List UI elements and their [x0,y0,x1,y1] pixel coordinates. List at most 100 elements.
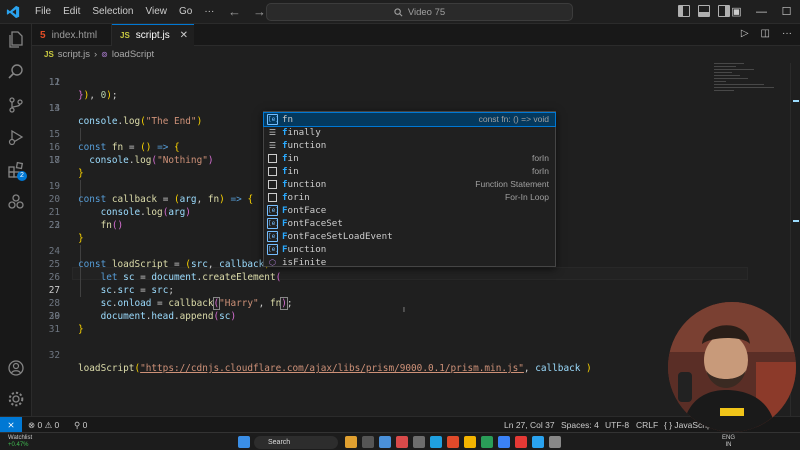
chrome-icon[interactable] [447,436,459,448]
file-explorer-icon[interactable] [345,436,357,448]
command-center-label: Video 75 [407,6,446,18]
code-line: 11 }), 0); [32,63,772,101]
language-indicator[interactable]: ENG IN [722,435,735,449]
suggestion-item[interactable]: forin For-In Loop [264,191,555,204]
snippet-icon [268,179,277,189]
tab-label: script.js [135,30,170,41]
variable-icon: [e] [267,243,279,255]
chevron-right-icon: › [94,49,98,60]
back-arrow-icon[interactable]: ← [228,4,241,19]
account-icon[interactable] [7,359,25,377]
vscode-logo-icon [6,5,20,18]
breadcrumb-symbol[interactable]: loadScript [112,49,154,60]
command-center-search[interactable]: Video 75 [266,3,573,21]
more-actions-icon[interactable]: ··· [782,28,792,39]
source-control-icon[interactable] [7,96,25,114]
app-icon[interactable] [396,436,408,448]
suggestion-item[interactable]: fin forIn [264,165,555,178]
end-of-line[interactable]: CRLF [636,417,658,433]
suggestion-item[interactable]: [e] Function [264,243,555,256]
suggestion-item[interactable]: [e] FontFaceSetLoadEvent [264,230,555,243]
suggestion-label: Function [282,243,327,255]
snippet-icon [268,166,277,176]
toggle-sidebar-icon[interactable] [678,5,690,17]
explorer-icon[interactable] [7,30,25,48]
code-line: 28 document.head.append(sc) [32,284,772,322]
suggestion-item[interactable]: [e] fn const fn: () => void [263,112,556,127]
presenter-video-image [668,302,796,432]
suggestion-item[interactable]: [e] FontFaceSet [264,217,555,230]
cursor-position[interactable]: Ln 27, Col 37 [504,417,555,433]
widget-title: Watchlist [8,435,33,441]
suggestion-item[interactable]: ☰ finally [264,126,555,139]
keyword-icon: ☰ [268,127,277,137]
edge-icon[interactable] [430,436,442,448]
activity-bar: 2 [0,24,32,416]
search-icon [394,7,403,16]
menu-edit[interactable]: Edit [57,0,86,24]
app-icon[interactable] [498,436,510,448]
vscode-taskbar-icon[interactable] [532,436,544,448]
suggestion-label: isFinite [282,256,327,268]
watchlist-widget[interactable]: Watchlist +0.47% [8,435,32,449]
suggestion-label: forin [282,191,310,203]
menu-go[interactable]: Go [173,0,198,24]
suggestion-label: fin [282,152,299,164]
taskbar-search[interactable]: Search [254,436,338,449]
windows-taskbar: Watchlist +0.47% Search ENG IN [0,432,800,450]
app-icon[interactable] [481,436,493,448]
code-line: 12 [32,76,772,89]
maximize-icon[interactable]: ☐ [774,2,799,22]
remote-explorer-icon[interactable] [7,193,25,211]
run-icon[interactable]: ▷ [741,28,749,39]
forward-arrow-icon[interactable]: → [253,4,266,19]
suggestion-item[interactable]: ⬡ isFinite [264,256,555,269]
ports-indicator[interactable]: ⚲ 0 [74,417,87,433]
webcam-overlay [668,302,796,432]
app-icon[interactable] [515,436,527,448]
suggestion-item[interactable]: [e] FontFace [264,204,555,217]
menu-more[interactable]: ··· [198,0,220,24]
suggestion-item[interactable]: function Function Statement [264,178,555,191]
close-icon[interactable]: ✕ [180,30,188,41]
indentation[interactable]: Spaces: 4 [561,417,599,433]
problems-indicator[interactable]: ⊗ 0 ⚠ 0 [28,417,59,433]
taskview-icon[interactable] [362,436,374,448]
remote-indicator-icon[interactable]: ⨯ [0,417,22,433]
run-debug-icon[interactable] [7,128,25,146]
menu-file[interactable]: File [29,0,57,24]
suggestion-item[interactable]: fin forIn [264,152,555,165]
minimize-icon[interactable]: — [749,2,774,22]
suggest-widget: [e] fn const fn: () => void ☰ finally ☰ … [263,111,556,269]
variable-icon: [e] [267,113,279,125]
suggestion-label: FontFace [282,204,327,216]
app-icon[interactable] [379,436,391,448]
app-icon[interactable] [413,436,425,448]
suggestion-label: function [282,139,327,151]
suggestion-item[interactable]: ☰ function [264,139,555,152]
app-icon[interactable] [549,436,561,448]
suggestion-detail: Function Statement [475,179,549,190]
variable-icon: [e] [267,204,279,216]
scroll-marker [793,220,799,222]
suggestion-detail: For-In Loop [505,192,549,203]
suggestion-label: FontFaceSet [282,217,343,229]
minimap[interactable] [714,63,784,113]
function-symbol-icon: ⊚ [101,50,108,59]
encoding[interactable]: UTF-8 [605,417,629,433]
menu-selection[interactable]: Selection [86,0,139,24]
menu-view[interactable]: View [140,0,174,24]
js-file-icon: JS [120,31,130,40]
code-line: 30 [32,310,772,323]
search-icon[interactable] [7,63,25,81]
breadcrumb-file[interactable]: script.js [58,49,90,60]
split-editor-icon[interactable]: ◫ [761,28,770,39]
line-number: 12 [48,77,60,88]
tab-index-html[interactable]: 5 index.html [32,24,112,46]
toggle-panel-icon[interactable] [698,5,710,17]
windows-start-icon[interactable] [238,436,250,448]
customize-layout-icon[interactable]: ▣ [724,2,749,22]
tab-script-js[interactable]: JS script.js ✕ [112,24,194,46]
app-icon[interactable] [464,436,476,448]
settings-gear-icon[interactable] [7,390,25,408]
